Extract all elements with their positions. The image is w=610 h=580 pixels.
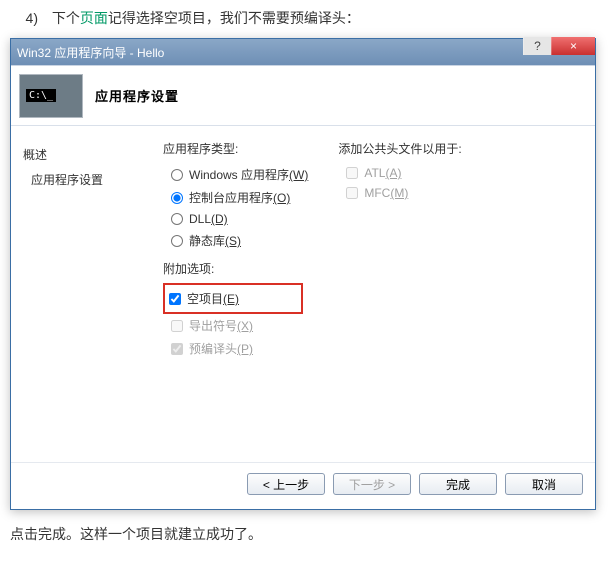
- checkbox-input: [346, 187, 358, 199]
- radio-input[interactable]: [171, 192, 183, 204]
- prev-button[interactable]: < 上一步: [247, 473, 325, 495]
- label-extra-options: 附加选项:: [163, 260, 308, 277]
- window-title: Win32 应用程序向导 - Hello: [17, 44, 164, 61]
- col-app-type: 应用程序类型: Windows 应用程序(W) 控制台应用程序(O) DLL(D…: [163, 140, 308, 360]
- doc-outro: 点击完成。这样一个项目就建立成功了。: [10, 524, 600, 544]
- banner-title: 应用程序设置: [95, 86, 179, 105]
- button-bar: < 上一步 下一步 > 完成 取消: [11, 462, 595, 509]
- console-icon: [19, 74, 83, 118]
- checkbox-export-symbols: 导出符号(X): [163, 314, 308, 337]
- finish-button[interactable]: 完成: [419, 473, 497, 495]
- radio-input[interactable]: [171, 235, 183, 247]
- radio-input[interactable]: [171, 169, 183, 181]
- settings-pane: 应用程序类型: Windows 应用程序(W) 控制台应用程序(O) DLL(D…: [151, 126, 595, 462]
- wizard-dialog: Win32 应用程序向导 - Hello ? × 应用程序设置 概述 应用程序设…: [10, 38, 596, 510]
- sidebar-item-settings[interactable]: 应用程序设置: [21, 167, 141, 192]
- radio-console-app[interactable]: 控制台应用程序(O): [163, 186, 308, 209]
- checkbox-input: [171, 343, 183, 355]
- sidebar-item-overview[interactable]: 概述: [21, 142, 141, 167]
- title-controls: ? ×: [523, 37, 595, 55]
- checkbox-input: [171, 320, 183, 332]
- highlight-empty-project: 空项目(E): [163, 283, 303, 314]
- sidebar: 概述 应用程序设置: [11, 126, 151, 462]
- checkbox-precompiled-header: 预编译头(P): [163, 337, 308, 360]
- step-number: 4): [10, 10, 38, 26]
- radio-dll[interactable]: DLL(D): [163, 209, 308, 229]
- label-app-type: 应用程序类型:: [163, 140, 308, 157]
- keyword-page: 页面: [80, 10, 108, 26]
- cancel-button[interactable]: 取消: [505, 473, 583, 495]
- close-button[interactable]: ×: [551, 37, 595, 55]
- radio-windows-app[interactable]: Windows 应用程序(W): [163, 163, 308, 186]
- doc-intro: 4) 下个页面记得选择空项目，我们不需要预编译头：: [10, 8, 600, 28]
- label-add-headers: 添加公共头文件以用于:: [338, 140, 461, 157]
- checkbox-input[interactable]: [169, 293, 181, 305]
- checkbox-atl: ATL(A): [338, 163, 461, 183]
- checkbox-input: [346, 167, 358, 179]
- radio-input[interactable]: [171, 213, 183, 225]
- next-button: 下一步 >: [333, 473, 411, 495]
- banner: 应用程序设置: [11, 66, 595, 126]
- help-button[interactable]: ?: [523, 37, 551, 55]
- col-add-headers: 添加公共头文件以用于: ATL(A) MFC(M): [338, 140, 461, 360]
- checkbox-mfc: MFC(M): [338, 183, 461, 203]
- radio-static-lib[interactable]: 静态库(S): [163, 229, 308, 252]
- titlebar: Win32 应用程序向导 - Hello ? ×: [11, 39, 595, 65]
- checkbox-empty-project[interactable]: 空项目(E): [169, 287, 297, 310]
